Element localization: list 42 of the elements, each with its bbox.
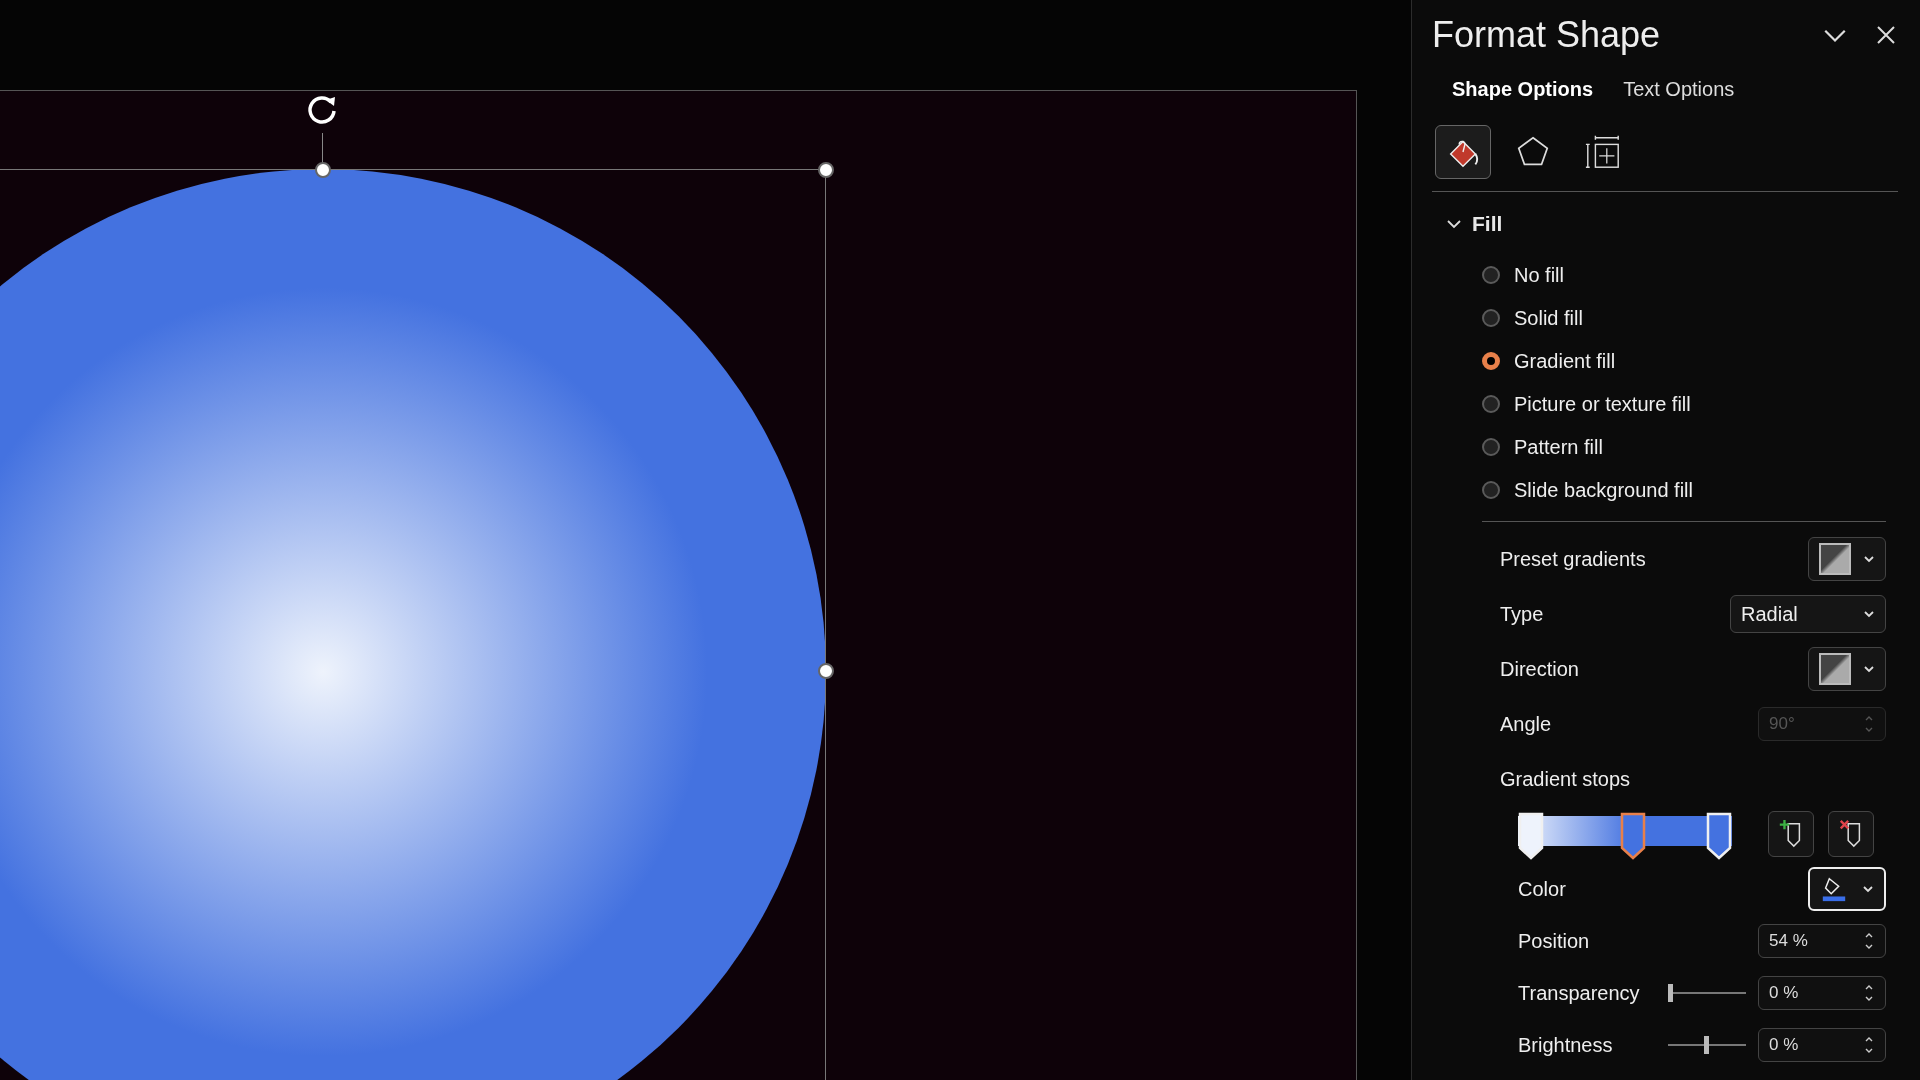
field-label: Angle	[1500, 712, 1552, 736]
pane-title: Format Shape	[1432, 14, 1662, 56]
paint-bucket-icon	[1820, 875, 1848, 903]
radio-button[interactable]	[1482, 481, 1500, 499]
radio-label[interactable]: Solid fill	[1514, 306, 1583, 330]
field-label: Gradient stops	[1500, 767, 1631, 791]
gradient-stop-handle[interactable]	[1619, 812, 1646, 860]
field-label: Position	[1518, 929, 1590, 953]
radio-button[interactable]	[1482, 266, 1500, 284]
radio-label[interactable]: No fill	[1514, 263, 1564, 287]
chevron-down-icon	[1863, 553, 1875, 565]
paint-bucket-tab[interactable]	[1435, 125, 1491, 179]
radio-button[interactable]	[1482, 395, 1500, 413]
chevron-down-icon	[1862, 883, 1874, 895]
radio-label[interactable]: Slide background fill	[1514, 478, 1693, 502]
type-dropdown[interactable]: Radial	[1730, 595, 1886, 633]
brightness-spinner[interactable]: 0 %	[1758, 1028, 1886, 1062]
radio-button[interactable]	[1482, 309, 1500, 327]
color-dropdown[interactable]	[1808, 867, 1886, 911]
field-label: Color	[1518, 877, 1566, 901]
preset-gradients-dropdown[interactable]	[1808, 537, 1886, 581]
radio-label[interactable]: Gradient fill	[1514, 349, 1616, 373]
chevron-down-icon	[1863, 608, 1875, 620]
radio-label[interactable]: Picture or texture fill	[1514, 392, 1691, 416]
field-label: Direction	[1500, 657, 1579, 681]
field-label: Type	[1500, 602, 1544, 626]
transparency-spinner[interactable]: 0 %	[1758, 976, 1886, 1010]
radio-button[interactable]	[1482, 352, 1500, 370]
section-title[interactable]: Fill	[1472, 212, 1503, 236]
field-label: Transparency	[1518, 981, 1640, 1005]
add-stop-button[interactable]	[1768, 811, 1814, 857]
radio-label[interactable]: Pattern fill	[1514, 435, 1603, 459]
chevron-down-icon	[1863, 663, 1875, 675]
tab[interactable]: Shape Options	[1452, 74, 1594, 105]
size-layout-icon	[1584, 133, 1622, 171]
field-label: Preset gradients	[1500, 547, 1646, 571]
radio-button[interactable]	[1482, 438, 1500, 456]
remove-stop-button[interactable]	[1828, 811, 1874, 857]
field-label: Brightness	[1518, 1033, 1613, 1057]
position-spinner[interactable]: 54 %	[1758, 924, 1886, 958]
tab[interactable]: Text Options	[1623, 74, 1735, 105]
direction-dropdown[interactable]	[1808, 647, 1886, 691]
